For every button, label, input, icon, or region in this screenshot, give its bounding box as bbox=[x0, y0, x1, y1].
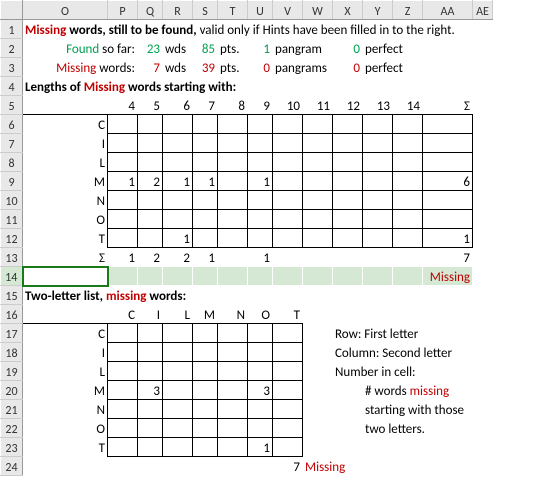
selected-row[interactable]: 14Missing bbox=[1, 267, 493, 286]
spreadsheet[interactable]: OPQRSTUVWXYZAAAE 1Missing words, still t… bbox=[0, 0, 493, 476]
col-headers[interactable]: OPQRSTUVWXYZAAAE bbox=[1, 1, 493, 20]
active-cell[interactable] bbox=[23, 267, 108, 286]
row-head[interactable]: 1 bbox=[1, 20, 23, 39]
